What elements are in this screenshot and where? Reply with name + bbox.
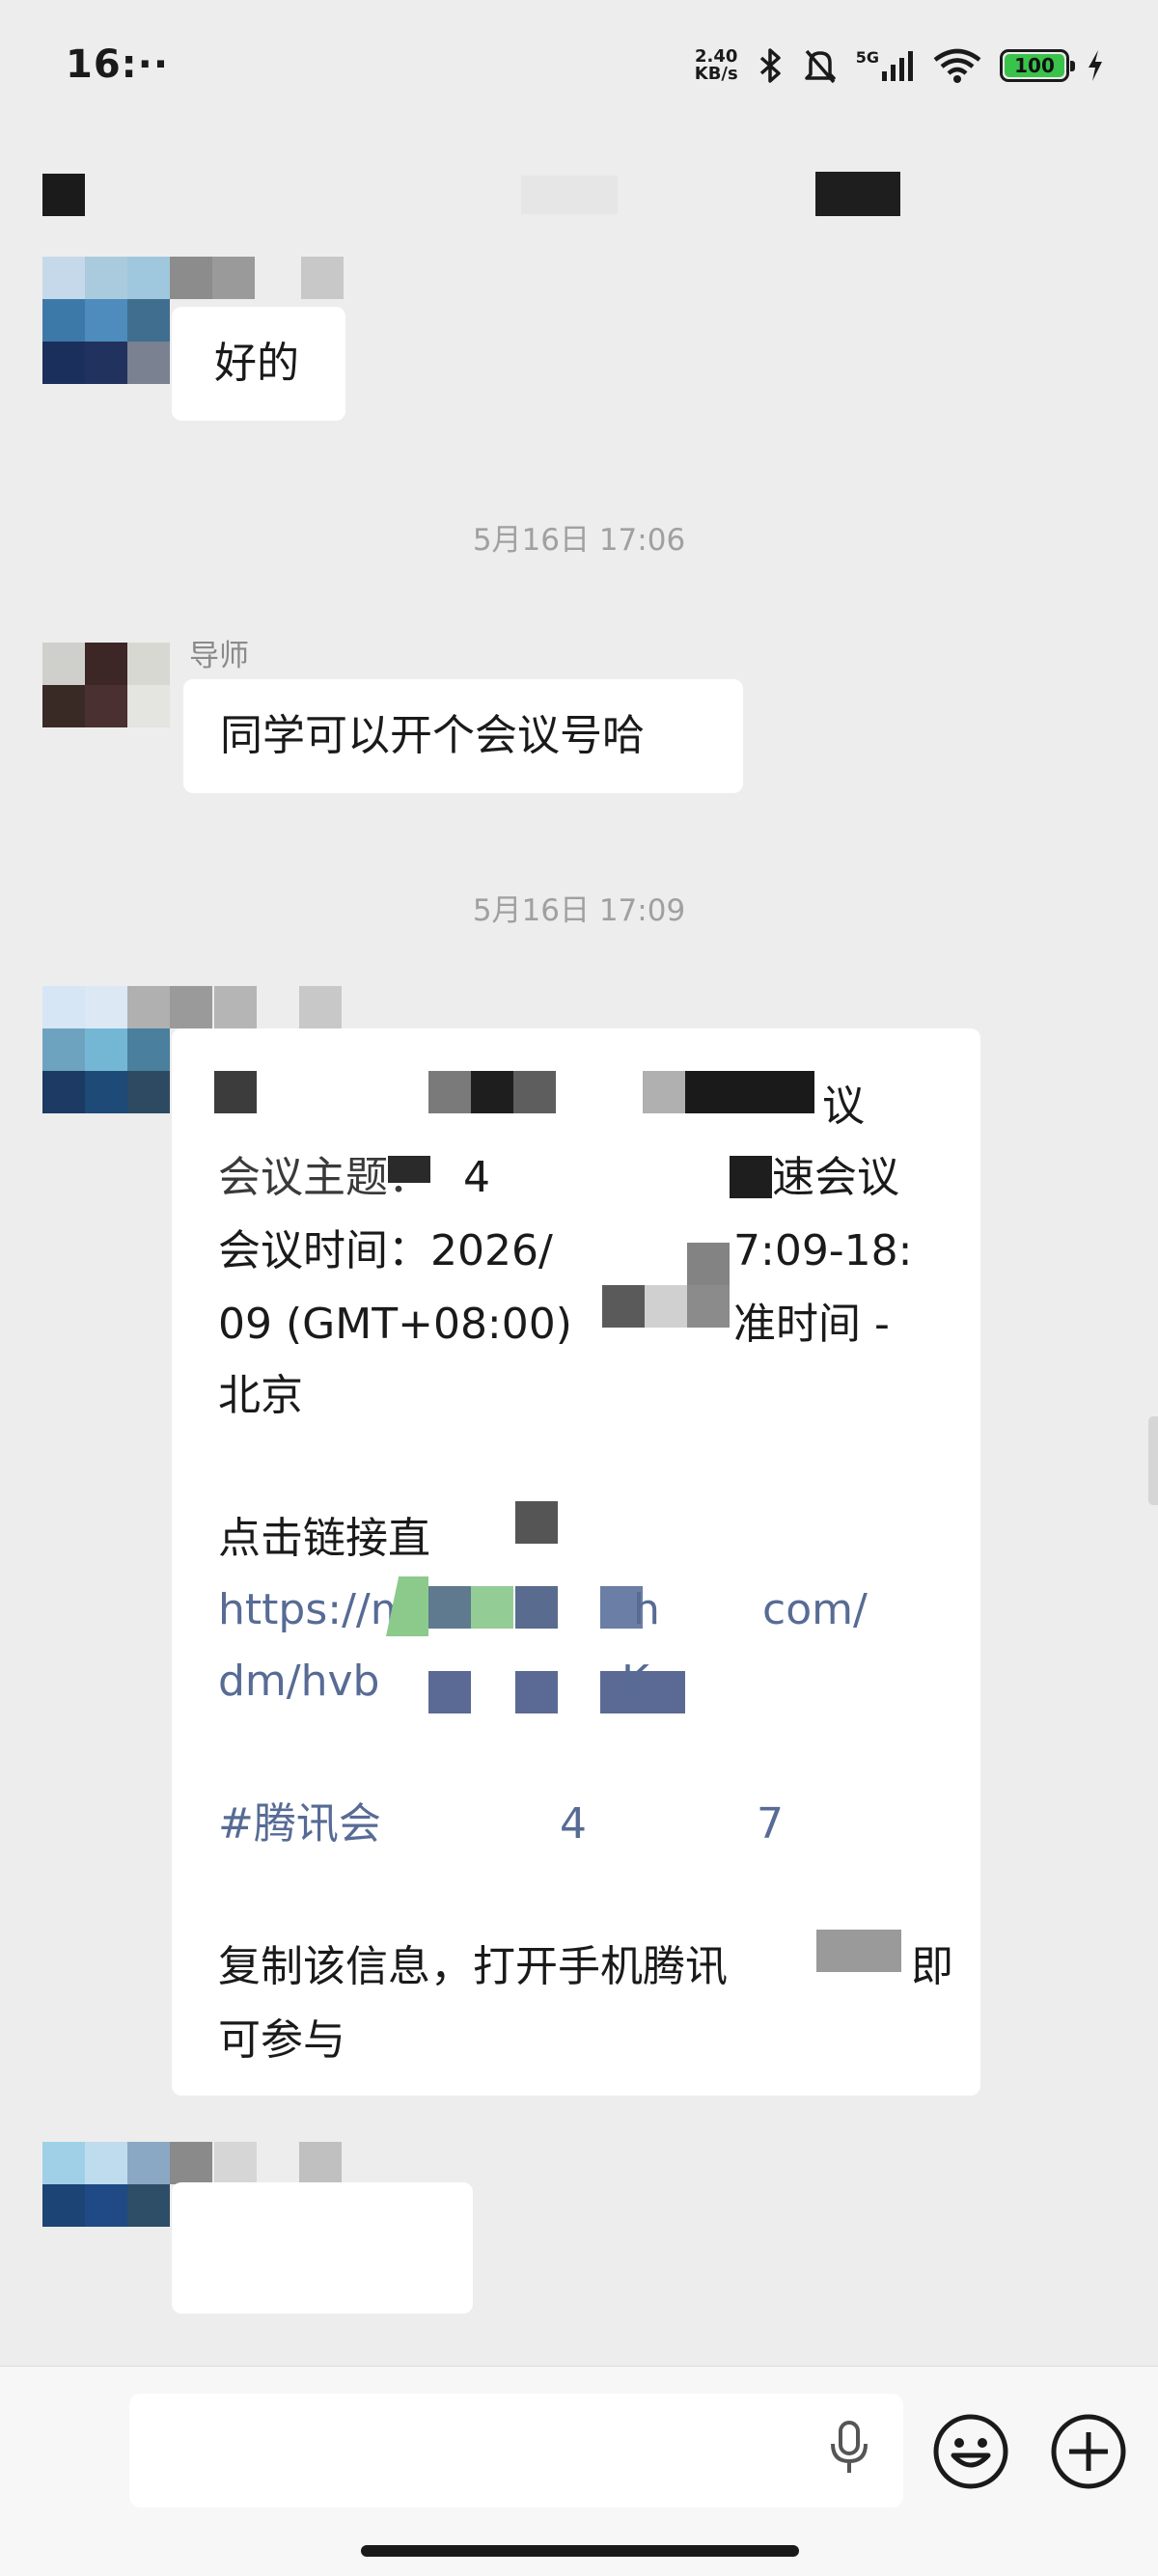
redacted-block bbox=[730, 1156, 772, 1198]
card-text: 7:09-18: bbox=[733, 1226, 913, 1275]
scrollbar[interactable] bbox=[1148, 1416, 1158, 1505]
cell-signal: 5G bbox=[856, 50, 915, 81]
battery-level: 100 bbox=[1005, 54, 1064, 77]
network-speed: 2.40 KB/s bbox=[695, 48, 738, 83]
battery-icon: 100 bbox=[1000, 49, 1075, 82]
status-time: 16:·· bbox=[66, 42, 170, 87]
card-text: 4 bbox=[463, 1153, 490, 1202]
redacted-block bbox=[687, 1243, 730, 1328]
card-text: 即 bbox=[911, 1942, 953, 1991]
bluetooth-icon bbox=[759, 48, 781, 83]
meeting-link-text[interactable]: h bbox=[633, 1576, 660, 1644]
plus-icon[interactable] bbox=[1048, 2411, 1129, 2492]
message-bubble[interactable]: 好的 bbox=[172, 307, 345, 421]
redacted-block bbox=[214, 1071, 257, 1113]
meeting-link-text[interactable]: dm/hvb bbox=[218, 1648, 379, 1715]
meeting-tag-text[interactable]: 7 bbox=[757, 1791, 784, 1858]
status-bar: 16:·· 2.40 KB/s 5G 100 bbox=[0, 0, 1158, 135]
meeting-tag[interactable]: #腾讯会 bbox=[218, 1791, 381, 1858]
meeting-tag-text[interactable]: 4 bbox=[560, 1791, 587, 1858]
card-text: 议 bbox=[822, 1082, 865, 1131]
more-button-redacted[interactable] bbox=[815, 172, 900, 216]
sender-name: 导师 bbox=[189, 639, 249, 673]
card-text: 可参与 bbox=[218, 2015, 345, 2065]
redacted-block bbox=[602, 1285, 645, 1328]
home-indicator[interactable] bbox=[361, 2545, 799, 2557]
status-icons: 2.40 KB/s 5G 100 bbox=[695, 44, 1104, 87]
card-text: 复制该信息，打开手机腾讯 bbox=[218, 1942, 728, 1991]
redacted-block bbox=[643, 1071, 685, 1113]
card-text: 北京 bbox=[218, 1371, 303, 1420]
card-text: 会议时间：2026/ bbox=[218, 1226, 553, 1275]
meeting-link[interactable]: https://m bbox=[218, 1576, 412, 1644]
redacted-block bbox=[428, 1586, 471, 1629]
chat-title-bar bbox=[0, 154, 1158, 241]
network-type: 5G bbox=[855, 48, 879, 67]
card-text: 09 (GMT+08:00) bbox=[218, 1300, 572, 1349]
redacted-block bbox=[816, 1930, 901, 1972]
mute-bell-icon bbox=[804, 49, 836, 84]
timestamp: 5月16日 17:06 bbox=[472, 523, 686, 558]
avatar-redacted[interactable] bbox=[42, 643, 170, 727]
redacted-block bbox=[388, 1156, 430, 1183]
card-text: 准时间 - bbox=[733, 1300, 890, 1349]
redacted-block bbox=[214, 986, 257, 1028]
microphone-icon[interactable] bbox=[822, 2417, 876, 2479]
timestamp: 5月16日 17:09 bbox=[472, 893, 686, 928]
redacted-block bbox=[214, 2142, 257, 2184]
message-input[interactable] bbox=[129, 2394, 903, 2507]
redacted-block bbox=[428, 1671, 471, 1713]
redacted-block bbox=[515, 1501, 558, 1544]
redacted-block bbox=[471, 1586, 513, 1629]
redacted-block bbox=[685, 1071, 814, 1113]
signal-icon bbox=[882, 51, 913, 81]
meeting-link-text[interactable]: com/ bbox=[762, 1576, 868, 1644]
message-text: 好的 bbox=[214, 339, 299, 388]
redacted-block bbox=[301, 257, 344, 299]
redacted-block bbox=[299, 986, 342, 1028]
emoji-icon[interactable] bbox=[930, 2411, 1011, 2492]
network-speed-unit: KB/s bbox=[694, 64, 738, 84]
redacted-block bbox=[471, 1071, 513, 1113]
redacted-block bbox=[643, 1671, 685, 1713]
redacted-block bbox=[515, 1586, 558, 1629]
card-text: 速会议 bbox=[772, 1153, 899, 1202]
message-bubble[interactable]: 同学可以开个会议号哈 bbox=[183, 679, 743, 793]
message-text: 同学可以开个会议号哈 bbox=[220, 711, 645, 760]
back-button-redacted[interactable] bbox=[42, 174, 85, 216]
card-text: 点击链接直 bbox=[218, 1514, 430, 1563]
redacted-block bbox=[645, 1285, 687, 1328]
charging-icon bbox=[1089, 50, 1102, 81]
chat-title-redacted bbox=[521, 176, 618, 214]
redacted-block bbox=[299, 2142, 342, 2184]
message-bubble[interactable] bbox=[172, 2182, 473, 2314]
wifi-icon bbox=[933, 48, 981, 83]
redacted-block bbox=[513, 1071, 556, 1113]
redacted-block bbox=[515, 1671, 558, 1713]
redacted-block bbox=[428, 1071, 471, 1113]
